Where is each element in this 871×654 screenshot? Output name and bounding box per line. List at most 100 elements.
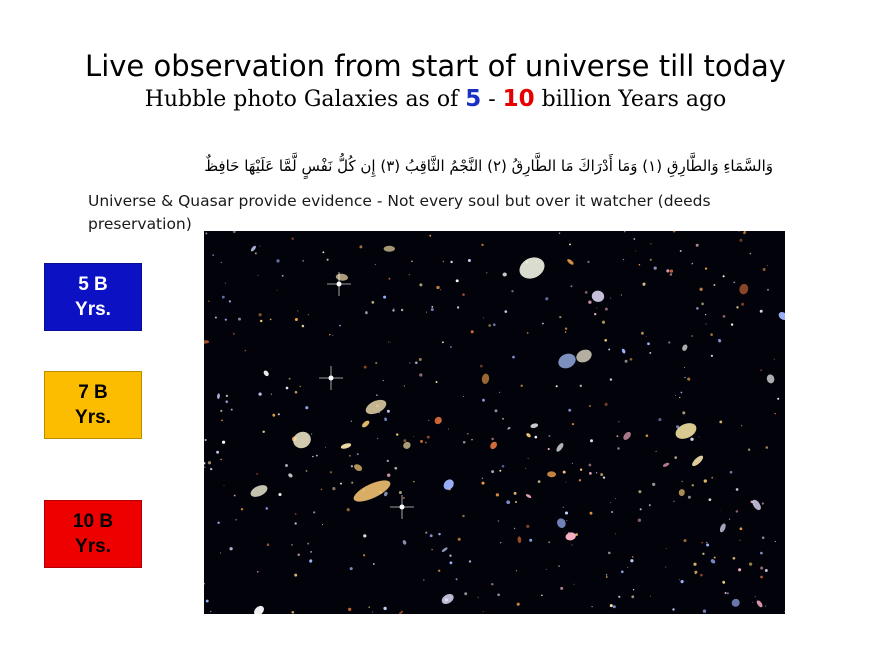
star-dot [272,413,276,417]
star-dot [457,537,461,541]
star-dot [375,361,378,365]
star-dot [570,285,573,288]
star-dot [624,359,628,363]
star-dot [700,573,703,577]
star-dot [672,231,676,233]
star-dot [764,569,768,572]
star-dot [207,300,210,303]
star-dot [668,341,671,344]
star-dot [637,518,642,522]
galaxy-blob [752,499,761,511]
star-dot [426,435,430,439]
bright-galaxy [519,257,545,279]
star-dot [482,611,484,613]
star-dot [558,565,560,567]
star-dot [270,393,272,395]
star-dot [713,283,716,287]
slide-subtitle: Hubble photo Galaxies as of 5 - 10 billi… [0,84,871,115]
star-dot [464,592,468,596]
star-dot [754,596,756,598]
star-dot [666,269,670,273]
star-dot [765,605,767,607]
galaxy-blob [490,441,497,450]
star-dot [548,541,550,543]
bright-galaxy [558,353,576,369]
star-dot [675,394,677,396]
star-dot [257,571,259,573]
star-dot [649,351,652,354]
star-dot [749,252,752,255]
star-dot [683,539,687,543]
star-dot [266,543,270,546]
star-dot [565,481,567,483]
galaxy-blob [731,598,740,607]
star-dot [311,433,313,435]
badge-label: 5 B Yrs. [75,274,111,320]
star-dot [555,385,558,388]
galaxy-blob [525,494,532,499]
star-dot [372,611,374,613]
star-dot [388,277,391,280]
star-dot [695,243,699,247]
star-dot [724,592,727,594]
galaxy-blob [766,374,775,384]
galaxy-blob [402,540,407,545]
star-dot [588,463,592,467]
star-dot [678,579,680,581]
star-dot [741,302,745,306]
star-dot [760,566,764,570]
star-dot [605,574,608,576]
star-dot [497,520,500,522]
badge-label: 7 B Yrs. [75,382,111,428]
star-dot [499,469,502,472]
star-dot [346,508,350,512]
subtitle-number-5: 5 [465,86,482,112]
galaxy-blob [365,311,368,315]
star-dot [221,440,226,444]
star-dot [374,263,376,265]
star-dot [217,521,220,524]
star-dot [702,609,707,613]
star-dot [621,570,624,574]
star-dot [752,601,754,603]
star-dot [631,595,635,599]
star-dot [258,313,262,317]
star-dot [449,561,453,565]
star-dot [470,330,474,334]
star-dot [729,518,731,520]
star-dot [704,267,708,270]
star-dot [423,579,425,581]
galaxy-blob [254,605,264,614]
star-dot [471,438,473,441]
subtitle-number-10: 10 [502,86,535,112]
star-dot [564,331,567,333]
star-dot [220,409,223,413]
star-dot [761,502,765,505]
galaxy-blob [506,500,511,505]
badge-label: 10 B Yrs. [72,511,114,557]
star-dot [618,421,620,423]
star-dot [711,476,714,479]
star-dot [610,502,611,504]
star-dot [302,260,304,262]
bright-star [336,281,342,287]
star-dot [312,455,314,458]
star-dot [739,539,741,541]
star-dot [435,381,438,383]
star-dot [220,458,222,461]
star-dot [609,378,613,381]
star-dot [351,481,354,484]
star-dot [652,482,656,487]
star-dot [682,411,686,415]
star-dot [774,540,776,543]
star-dot [488,324,492,327]
star-dot [297,310,299,312]
star-dot [278,492,282,497]
star-dot [529,538,533,542]
star-dot [635,250,637,252]
galaxy-blob [623,431,631,440]
galaxy-blob [547,471,557,478]
galaxy-blob [556,443,564,452]
star-dot [694,573,697,575]
star-dot [419,373,423,377]
